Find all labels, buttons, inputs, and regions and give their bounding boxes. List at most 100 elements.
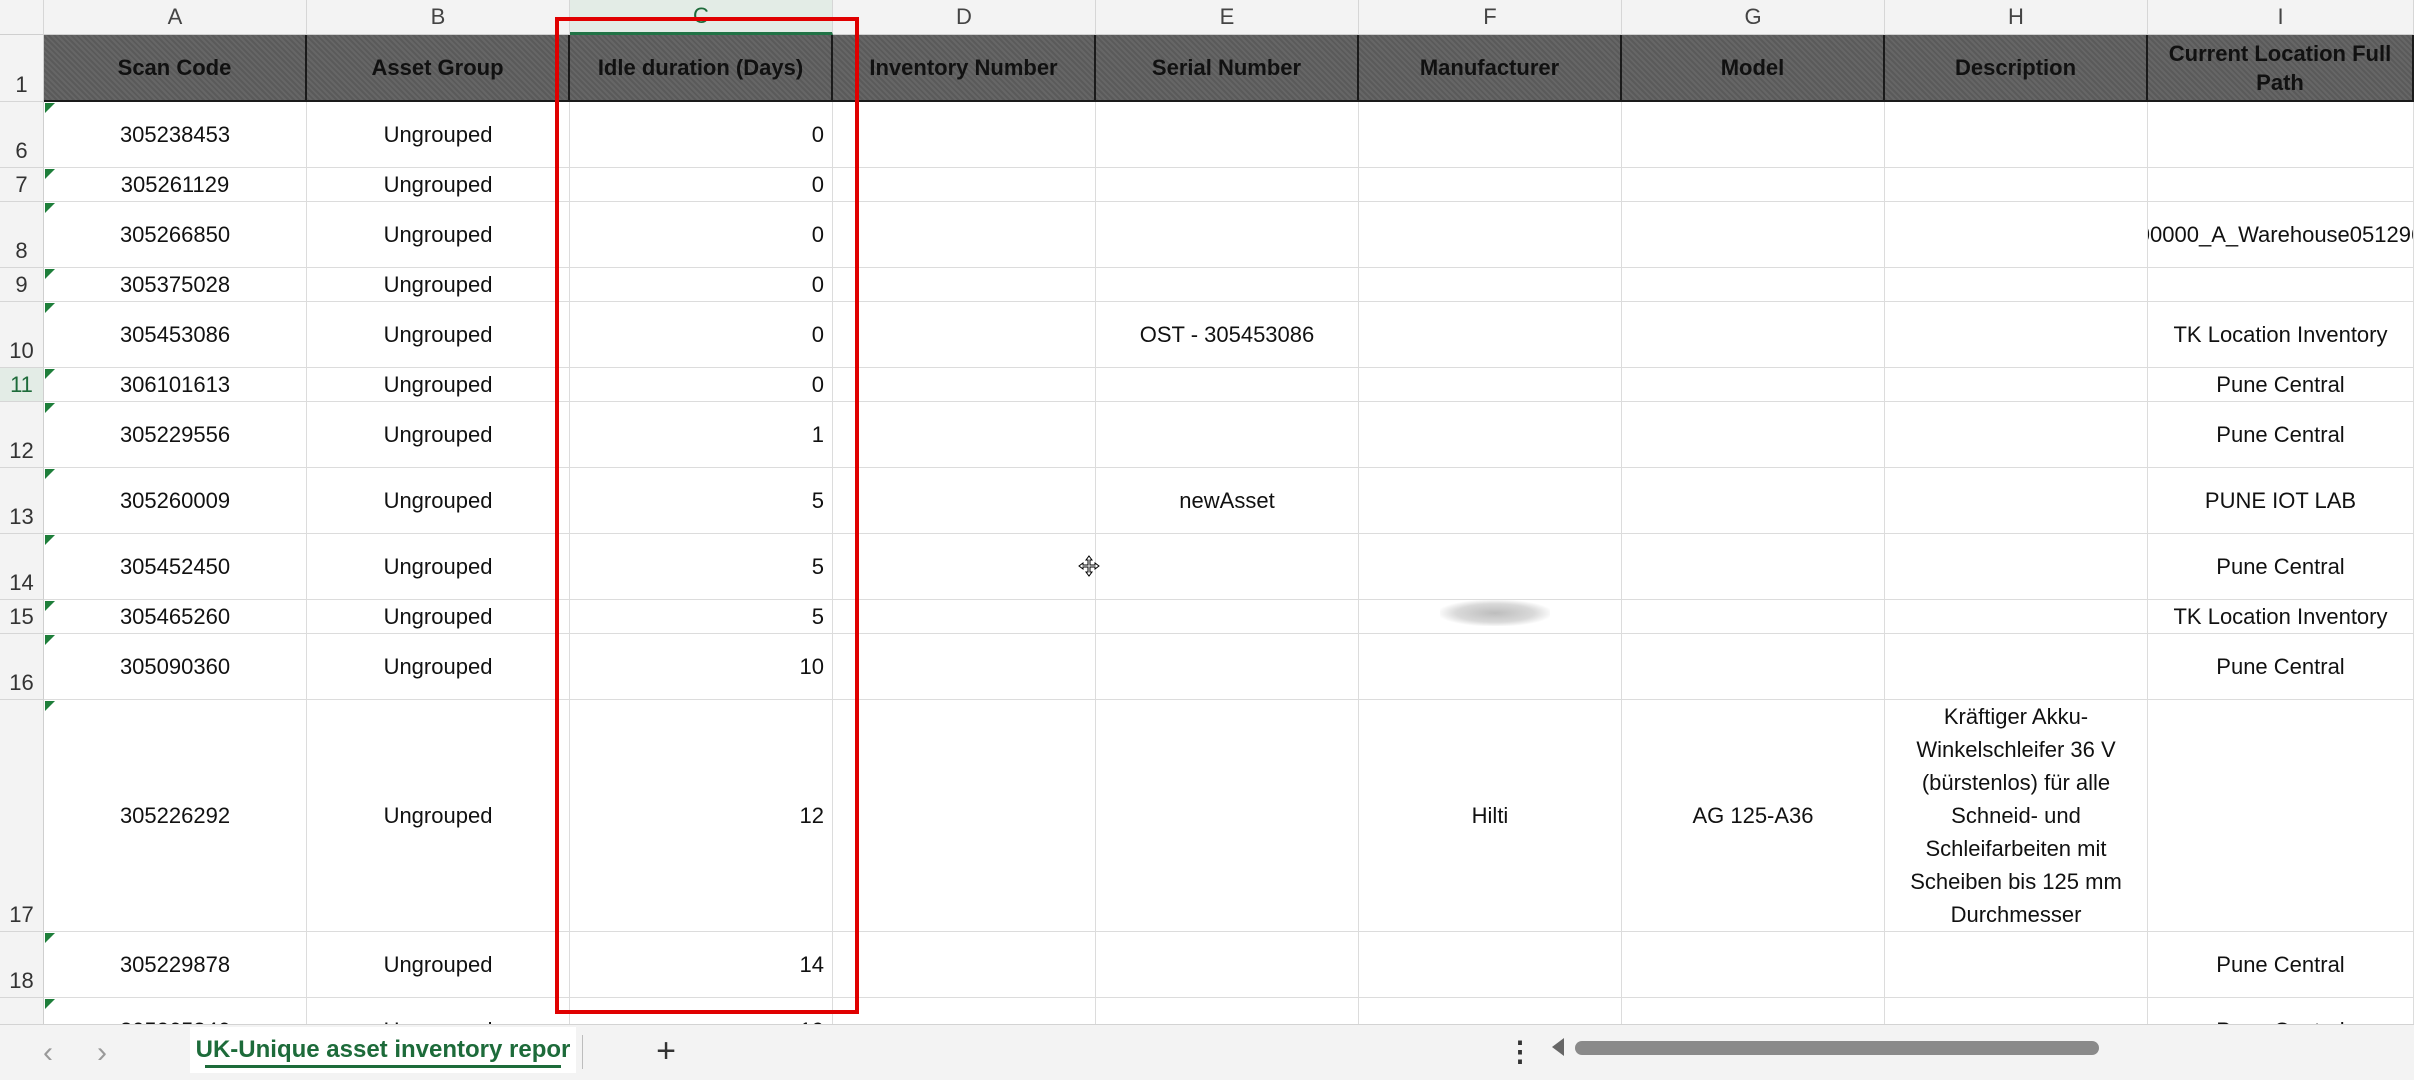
cell-g9[interactable] — [1622, 268, 1885, 302]
cell-i12[interactable]: Pune Central — [2148, 402, 2414, 468]
cell-a17[interactable]: 305226292 — [44, 700, 307, 932]
column-header-g[interactable]: G — [1622, 0, 1885, 35]
cell-c18[interactable]: 14 — [570, 932, 833, 998]
cell-b10[interactable]: Ungrouped — [307, 302, 570, 368]
cell-d9[interactable] — [833, 268, 1096, 302]
row-header[interactable]: 9 — [0, 268, 44, 302]
cell-a11[interactable]: 306101613 — [44, 368, 307, 402]
column-header-d[interactable]: D — [833, 0, 1096, 35]
cell-c15[interactable]: 5 — [570, 600, 833, 634]
cell-e7[interactable] — [1096, 168, 1359, 202]
cell-g6[interactable] — [1622, 102, 1885, 168]
cell-b12[interactable]: Ungrouped — [307, 402, 570, 468]
cell-h10[interactable] — [1885, 302, 2148, 368]
cell-b19[interactable]: Ungrouped — [307, 998, 570, 1024]
cell-b7[interactable]: Ungrouped — [307, 168, 570, 202]
column-header-e[interactable]: E — [1096, 0, 1359, 35]
cell-e12[interactable] — [1096, 402, 1359, 468]
cell-e11[interactable] — [1096, 368, 1359, 402]
cell-a6[interactable]: 305238453 — [44, 102, 307, 168]
horizontal-scrollbar-thumb[interactable] — [1575, 1041, 2099, 1055]
cell-d15[interactable] — [833, 600, 1096, 634]
cell-h8[interactable] — [1885, 202, 2148, 268]
cell-h14[interactable] — [1885, 534, 2148, 600]
cell-b14[interactable]: Ungrouped — [307, 534, 570, 600]
cell-e9[interactable] — [1096, 268, 1359, 302]
cell-f18[interactable] — [1359, 932, 1622, 998]
row-header[interactable]: 6 — [0, 102, 44, 168]
cell-e18[interactable] — [1096, 932, 1359, 998]
cell-g7[interactable] — [1622, 168, 1885, 202]
cell-h15[interactable] — [1885, 600, 2148, 634]
row-header[interactable]: 19 — [0, 998, 44, 1024]
row-header[interactable]: 14 — [0, 534, 44, 600]
column-header-a[interactable]: A — [44, 0, 307, 35]
more-options-icon[interactable]: ⋮ — [1506, 1033, 1534, 1069]
cell-i15[interactable]: TK Location Inventory — [2148, 600, 2414, 634]
cell-c10[interactable]: 0 — [570, 302, 833, 368]
cell-c17[interactable]: 12 — [570, 700, 833, 932]
cell-g15[interactable] — [1622, 600, 1885, 634]
cell-e16[interactable] — [1096, 634, 1359, 700]
cell-b15[interactable]: Ungrouped — [307, 600, 570, 634]
cell-f13[interactable] — [1359, 468, 1622, 534]
header-cell[interactable]: Description — [1885, 35, 2148, 102]
cell-b16[interactable]: Ungrouped — [307, 634, 570, 700]
cell-e6[interactable] — [1096, 102, 1359, 168]
cell-d18[interactable] — [833, 932, 1096, 998]
spreadsheet-grid[interactable]: ABCDEFGHI 1678910111213141516171819 Scan… — [0, 0, 2414, 1024]
cell-b6[interactable]: Ungrouped — [307, 102, 570, 168]
cell-f19[interactable] — [1359, 998, 1622, 1024]
column-header-f[interactable]: F — [1359, 0, 1622, 35]
cell-a8[interactable]: 305266850 — [44, 202, 307, 268]
cell-a19[interactable]: 305265346 — [44, 998, 307, 1024]
cell-e19[interactable] — [1096, 998, 1359, 1024]
cell-g8[interactable] — [1622, 202, 1885, 268]
header-cell[interactable]: Scan Code — [44, 35, 307, 102]
cell-h9[interactable] — [1885, 268, 2148, 302]
cell-h19[interactable] — [1885, 998, 2148, 1024]
cell-d17[interactable] — [833, 700, 1096, 932]
row-header[interactable]: 12 — [0, 402, 44, 468]
cell-d13[interactable] — [833, 468, 1096, 534]
row-header[interactable]: 8 — [0, 202, 44, 268]
cell-d7[interactable] — [833, 168, 1096, 202]
cell-h17[interactable]: Kräftiger Akku-Winkelschleifer 36 V (bür… — [1885, 700, 2148, 932]
cell-d11[interactable] — [833, 368, 1096, 402]
row-header[interactable]: 18 — [0, 932, 44, 998]
header-cell[interactable]: Idle duration (Days) — [570, 35, 833, 102]
cell-i19[interactable]: Pune Central — [2148, 998, 2414, 1024]
row-header[interactable]: 1 — [0, 35, 44, 102]
cell-a13[interactable]: 305260009 — [44, 468, 307, 534]
cell-g14[interactable] — [1622, 534, 1885, 600]
cell-h13[interactable] — [1885, 468, 2148, 534]
row-header[interactable]: 7 — [0, 168, 44, 202]
cell-g18[interactable] — [1622, 932, 1885, 998]
cell-b17[interactable]: Ungrouped — [307, 700, 570, 932]
cell-d16[interactable] — [833, 634, 1096, 700]
cell-g11[interactable] — [1622, 368, 1885, 402]
cell-a9[interactable]: 305375028 — [44, 268, 307, 302]
row-header[interactable]: 15 — [0, 600, 44, 634]
cell-f10[interactable] — [1359, 302, 1622, 368]
cell-e10[interactable]: OST - 305453086 — [1096, 302, 1359, 368]
cell-h16[interactable] — [1885, 634, 2148, 700]
cell-g17[interactable]: AG 125-A36 — [1622, 700, 1885, 932]
cell-e8[interactable] — [1096, 202, 1359, 268]
cell-d19[interactable] — [833, 998, 1096, 1024]
cell-g13[interactable] — [1622, 468, 1885, 534]
cell-f8[interactable] — [1359, 202, 1622, 268]
column-header-b[interactable]: B — [307, 0, 570, 35]
row-header[interactable]: 16 — [0, 634, 44, 700]
column-header-i[interactable]: I — [2148, 0, 2414, 35]
cell-g19[interactable] — [1622, 998, 1885, 1024]
select-all-corner[interactable] — [0, 0, 44, 35]
cell-f12[interactable] — [1359, 402, 1622, 468]
header-cell[interactable]: Serial Number — [1096, 35, 1359, 102]
cell-b11[interactable]: Ungrouped — [307, 368, 570, 402]
row-header[interactable]: 17 — [0, 700, 44, 932]
row-header[interactable]: 13 — [0, 468, 44, 534]
cell-c12[interactable]: 1 — [570, 402, 833, 468]
row-header[interactable]: 10 — [0, 302, 44, 368]
cell-a16[interactable]: 305090360 — [44, 634, 307, 700]
